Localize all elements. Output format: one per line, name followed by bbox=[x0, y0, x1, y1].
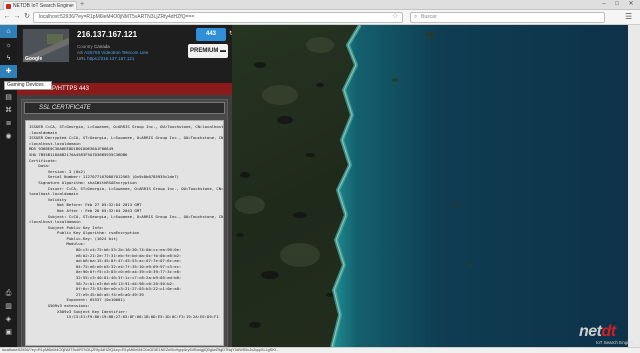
host-country: Country Canada bbox=[77, 44, 110, 49]
maximize-icon[interactable]: □ bbox=[611, 0, 623, 9]
logo-net: net bbox=[579, 323, 602, 340]
ssl-section: SSL CERTIFICATE ISSUER C=CA, ST=Georgia,… bbox=[21, 99, 228, 347]
hamburger-menu-icon[interactable]: ☰ bbox=[625, 13, 632, 21]
tab-title: NETDB IoT Search Engine bbox=[13, 3, 73, 9]
certificate-line: ISSUER C=CA, ST=Georgia, L=Suwanee, O=AR… bbox=[29, 124, 224, 129]
building-icon[interactable]: ▥ bbox=[0, 300, 17, 313]
premium-label: PREMIUM bbox=[189, 48, 219, 54]
bookmark-star-icon[interactable]: ☆ bbox=[392, 13, 398, 21]
server-icon[interactable]: ▤ bbox=[0, 91, 17, 104]
right-scroll-strip bbox=[628, 25, 640, 347]
search-input[interactable]: ⌕ Buscar bbox=[410, 12, 605, 23]
google-logo: Google bbox=[25, 56, 43, 62]
lock-icon[interactable]: ▣ bbox=[0, 326, 17, 339]
home-icon[interactable]: ⌂ bbox=[0, 25, 17, 38]
bulb-icon[interactable]: ☼ bbox=[0, 39, 17, 52]
new-tab-button[interactable]: + bbox=[80, 1, 84, 9]
country-value: Canada bbox=[94, 44, 110, 49]
host-header: Google 216.137.167.121 Country Canada AS… bbox=[17, 25, 232, 83]
database-icon[interactable]: ≣ bbox=[0, 117, 17, 130]
as-link[interactable]: AS5769 Videotron Telecom Ltee bbox=[84, 50, 148, 55]
logo-dt: dt bbox=[601, 323, 617, 340]
address-bar[interactable]: localhost:52936/?ey=R1pM6leM4O0jNMT5vART… bbox=[33, 12, 403, 23]
tab-bar: NETDB IoT Search Engine × + – □ ✕ bbox=[0, 0, 640, 10]
window-close-icon[interactable]: ✕ bbox=[625, 0, 637, 9]
certificate-line: 15:C3:E1:F9:80:19:8B:27:83:8F:06:1B:8D:E… bbox=[29, 314, 219, 320]
card-icon: ▬ bbox=[220, 48, 226, 54]
streetview-thumbnail[interactable]: Google bbox=[22, 28, 70, 63]
bolt-icon[interactable]: ϟ bbox=[0, 52, 17, 65]
search-icon: ⌕ bbox=[414, 14, 418, 20]
country-label: Country bbox=[77, 44, 93, 49]
host-url: URL https://216.137.167.121 bbox=[77, 56, 134, 61]
refresh-icon[interactable]: ↻ bbox=[229, 30, 232, 37]
netdb-favicon-icon bbox=[6, 4, 11, 9]
minimize-icon[interactable]: – bbox=[598, 0, 610, 9]
reload-icon[interactable]: ↻ bbox=[23, 13, 31, 21]
url-link[interactable]: https://216.137.167.121 bbox=[87, 56, 134, 61]
camera-icon[interactable]: ◉ bbox=[0, 130, 17, 143]
forward-icon[interactable]: → bbox=[13, 13, 21, 21]
ssl-certificate-title: SSL CERTIFICATE bbox=[24, 102, 225, 114]
url-label: URL bbox=[77, 56, 86, 61]
premium-button[interactable]: PREMIUM ▬ bbox=[188, 44, 228, 58]
as-label: AS bbox=[77, 50, 84, 55]
printer-icon[interactable]: ⎙ bbox=[0, 287, 17, 300]
status-bar: localhost:52936/?ey=R1pM6leM4O0jNMT5vART… bbox=[0, 347, 640, 353]
logo-tagline: IoT Search Engine bbox=[596, 340, 634, 345]
host-ip: 216.137.167.121 bbox=[77, 30, 138, 39]
back-icon[interactable]: ← bbox=[3, 13, 11, 21]
network-icon[interactable]: ⌘ bbox=[0, 104, 17, 117]
logo-wordmark: netdt bbox=[579, 324, 616, 340]
certificate-line: ISSUER Decrypted C=CA, ST=Georgia, L=Suw… bbox=[29, 135, 224, 141]
gaming-devices-tooltip: Gaming Devices bbox=[4, 81, 52, 90]
shield-icon[interactable]: ◈ bbox=[0, 313, 17, 326]
gamepad-icon[interactable]: ✚ bbox=[0, 65, 17, 78]
navigation-bar: ← → ↻ localhost:52936/?ey=R1pM6leM4O0jNM… bbox=[0, 10, 640, 25]
certificate-text: ISSUER C=CA, ST=Georgia, L=Suwanee, O=AR… bbox=[25, 120, 224, 346]
close-tab-icon[interactable]: × bbox=[71, 2, 74, 10]
netdb-logo: netdt IoT Search Engine bbox=[579, 324, 637, 346]
host-panel: Google 216.137.167.121 Country Canada AS… bbox=[17, 25, 232, 347]
browser-tab[interactable]: NETDB IoT Search Engine × bbox=[3, 1, 77, 10]
host-as: AS AS5769 Videotron Telecom Ltee bbox=[77, 50, 148, 55]
category-rail: ⌂ ☼ ϟ ✚ ▤ ⌘ ≣ ◉ ⎙ ▥ ◈ ▣ bbox=[0, 25, 17, 347]
search-placeholder: Buscar bbox=[421, 14, 437, 20]
port-443-button[interactable]: 443 bbox=[196, 28, 226, 41]
